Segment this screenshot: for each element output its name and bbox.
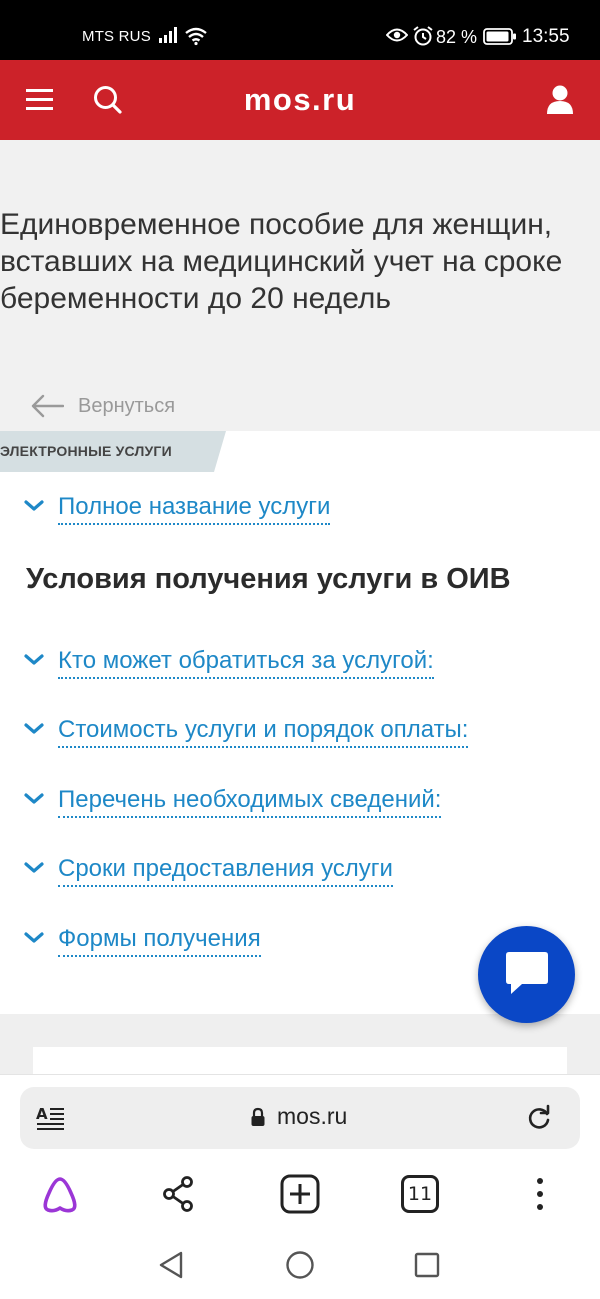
section-title: Условия получения услуги в ОИВ bbox=[26, 563, 511, 595]
lock-icon bbox=[251, 1107, 265, 1126]
browser-toolbar: 11 bbox=[0, 1164, 600, 1228]
back-link[interactable]: Вернуться bbox=[30, 394, 175, 418]
chevron-down-icon bbox=[24, 793, 44, 804]
accordion-label: Сроки предоставления услуги bbox=[58, 854, 393, 887]
signal-icon bbox=[159, 27, 177, 43]
chat-button[interactable] bbox=[478, 926, 575, 1023]
title-area: Единовременное пособие для женщин, встав… bbox=[0, 140, 600, 431]
svg-text:A: A bbox=[36, 1105, 48, 1123]
nav-back-button[interactable] bbox=[155, 1248, 189, 1282]
user-account-button[interactable] bbox=[546, 84, 574, 116]
address-field[interactable]: A mos.ru bbox=[20, 1087, 580, 1149]
home-circle-icon bbox=[286, 1251, 314, 1279]
battery-icon bbox=[483, 28, 516, 45]
more-icon bbox=[537, 1178, 543, 1210]
new-tab-icon bbox=[280, 1174, 320, 1214]
nav-home-button[interactable] bbox=[283, 1248, 317, 1282]
back-link-label: Вернуться bbox=[78, 394, 176, 417]
service-category-tag: ЭЛЕКТРОННЫЕ УСЛУГИ bbox=[0, 431, 226, 472]
accordion-label: Полное название услуги bbox=[58, 492, 331, 525]
page-title: Единовременное пособие для женщин, встав… bbox=[0, 208, 563, 315]
reload-icon bbox=[528, 1104, 550, 1129]
chat-icon bbox=[506, 952, 548, 994]
tabs-button[interactable]: 11 bbox=[398, 1172, 442, 1216]
accordion-full-service-name[interactable]: Полное название услуги bbox=[22, 492, 331, 525]
url-text: mos.ru bbox=[277, 1103, 348, 1129]
site-logo[interactable]: mos.ru bbox=[0, 82, 600, 118]
reader-mode-icon: A bbox=[36, 1105, 64, 1130]
reader-mode-button[interactable]: A bbox=[36, 1104, 66, 1132]
accordion-label: Стоимость услуги и порядок оплаты: bbox=[58, 715, 469, 748]
accordion-required-info[interactable]: Перечень необходимых сведений: bbox=[22, 785, 442, 818]
status-bar: MTS RUS 82 % 13:55 bbox=[0, 0, 600, 60]
chevron-down-icon bbox=[24, 862, 44, 873]
arrow-left-icon bbox=[31, 394, 64, 418]
chevron-down-icon bbox=[24, 723, 44, 734]
site-header: mos.ru bbox=[0, 60, 600, 140]
browser-address-bar: A mos.ru bbox=[0, 1074, 600, 1164]
accordion-label: Кто может обратиться за услугой: bbox=[58, 646, 434, 679]
service-tag-label: ЭЛЕКТРОННЫЕ УСЛУГИ bbox=[0, 443, 172, 459]
nav-recent-button[interactable] bbox=[410, 1248, 444, 1282]
back-triangle-icon bbox=[159, 1251, 183, 1279]
more-menu-button[interactable] bbox=[518, 1172, 562, 1216]
chevron-down-icon bbox=[24, 932, 44, 943]
accordion-who-can-apply[interactable]: Кто может обратиться за услугой: bbox=[22, 646, 434, 679]
share-button[interactable] bbox=[157, 1172, 201, 1216]
accordion-label: Перечень необходимых сведений: bbox=[58, 785, 442, 818]
system-navigation-bar bbox=[0, 1228, 600, 1299]
recent-square-icon bbox=[414, 1252, 440, 1278]
accordion-receipt-forms[interactable]: Формы получения bbox=[22, 924, 261, 957]
clock: 13:55 bbox=[522, 26, 570, 47]
tabs-icon: 11 bbox=[401, 1175, 439, 1213]
new-tab-button[interactable] bbox=[278, 1172, 322, 1216]
chevron-down-icon bbox=[24, 654, 44, 665]
battery-percent: 82 % bbox=[436, 27, 478, 47]
alice-icon bbox=[43, 1177, 77, 1213]
lower-content-card bbox=[33, 1047, 567, 1075]
accordion-service-deadlines[interactable]: Сроки предоставления услуги bbox=[22, 854, 393, 887]
share-icon bbox=[163, 1176, 193, 1212]
accordion-cost-and-payment[interactable]: Стоимость услуги и порядок оплаты: bbox=[22, 715, 469, 748]
alice-assistant-button[interactable] bbox=[38, 1172, 82, 1216]
eye-icon bbox=[386, 28, 408, 42]
wifi-icon bbox=[185, 27, 207, 46]
chevron-down-icon bbox=[24, 500, 44, 511]
carrier-name: MTS RUS bbox=[82, 28, 151, 45]
accordion-label: Формы получения bbox=[58, 924, 261, 957]
alarm-icon bbox=[413, 26, 433, 46]
reload-button[interactable] bbox=[525, 1104, 553, 1132]
user-icon bbox=[547, 85, 573, 114]
